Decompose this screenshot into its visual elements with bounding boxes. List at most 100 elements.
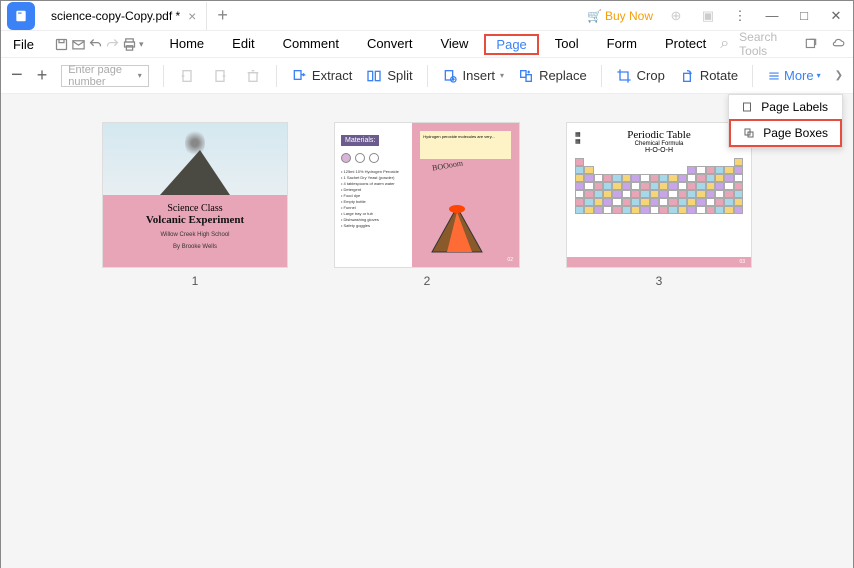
kebab-menu-icon[interactable]: ⋮ bbox=[731, 8, 749, 24]
doc-right-icon[interactable] bbox=[210, 65, 229, 87]
file-menu[interactable]: File bbox=[5, 37, 42, 52]
periodic-formula: H-O-O-H bbox=[575, 147, 743, 154]
periodic-title: Periodic Table bbox=[575, 129, 743, 141]
thumbnail-grid: ■■■ Science Class Volcanic Experiment Wi… bbox=[1, 94, 853, 568]
page-boxes-option[interactable]: Page Boxes bbox=[729, 119, 842, 147]
crop-label: Crop bbox=[637, 68, 665, 83]
chevron-down-icon: ▾ bbox=[138, 71, 142, 80]
share-icon[interactable] bbox=[802, 33, 819, 55]
replace-label: Replace bbox=[539, 68, 587, 83]
menu-protect[interactable]: Protect bbox=[653, 34, 718, 55]
redo-icon[interactable] bbox=[105, 33, 120, 55]
more-icon bbox=[767, 69, 781, 83]
insert-button[interactable]: Insert ▾ bbox=[442, 68, 505, 84]
more-dropdown: Page Labels Page Boxes bbox=[728, 94, 843, 148]
split-button[interactable]: Split bbox=[366, 68, 412, 84]
menu-page[interactable]: Page bbox=[484, 34, 538, 55]
document-tab[interactable]: science-copy-Copy.pdf * × bbox=[41, 2, 207, 30]
materials-heading: Materials: bbox=[341, 135, 379, 146]
replace-button[interactable]: Replace bbox=[518, 68, 587, 84]
rotate-label: Rotate bbox=[700, 68, 738, 83]
print-dropdown-icon[interactable]: ▾ bbox=[139, 39, 144, 50]
scroll-right-icon[interactable]: ❯ bbox=[835, 70, 843, 81]
replace-icon bbox=[518, 68, 534, 84]
page-labels-icon bbox=[741, 101, 753, 113]
page-boxes-icon bbox=[743, 127, 755, 139]
more-button[interactable]: More ▾ bbox=[767, 68, 821, 83]
close-tab-icon[interactable]: × bbox=[188, 8, 196, 24]
undo-icon[interactable] bbox=[88, 33, 103, 55]
menu-form[interactable]: Form bbox=[595, 34, 649, 55]
crop-icon bbox=[616, 68, 632, 84]
maximize-button[interactable]: □ bbox=[795, 8, 813, 23]
sticky-note: Hydrogen peroxide molecules are very... bbox=[420, 131, 511, 159]
rotate-icon bbox=[679, 68, 695, 84]
search-icon: ⌕ bbox=[720, 35, 729, 53]
titlebar: science-copy-Copy.pdf * × + 🛒 Buy Now ⊕ … bbox=[1, 1, 853, 31]
slide-subtitle-2: By Brooke Wells bbox=[103, 244, 287, 250]
help-icon[interactable]: ▣ bbox=[699, 8, 717, 24]
extract-icon bbox=[291, 68, 307, 84]
separator bbox=[601, 65, 602, 87]
buy-now-button[interactable]: 🛒 Buy Now bbox=[587, 9, 653, 23]
boom-text: BOOoom bbox=[432, 158, 464, 172]
doc-left-icon[interactable] bbox=[178, 65, 197, 87]
chevron-down-icon: ▾ bbox=[500, 71, 504, 80]
mail-icon[interactable] bbox=[71, 33, 86, 55]
slide-title-2: Volcanic Experiment bbox=[103, 214, 287, 226]
save-icon[interactable] bbox=[54, 33, 69, 55]
buy-now-label: Buy Now bbox=[605, 9, 653, 23]
crop-button[interactable]: Crop bbox=[616, 68, 665, 84]
cart-icon: 🛒 bbox=[587, 9, 602, 23]
app-logo bbox=[7, 2, 35, 30]
menu-items: HomeEditCommentConvertViewPageToolFormPr… bbox=[157, 34, 718, 55]
page-thumbnail-3[interactable]: ■■■ ▦▦ Periodic Table Chemical Formula H… bbox=[566, 122, 752, 288]
legend-icon: ▦▦ bbox=[575, 131, 581, 145]
zoom-in-button[interactable]: + bbox=[37, 65, 48, 86]
page-number: 2 bbox=[424, 274, 431, 288]
menubar: File ▾ HomeEditCommentConvertViewPageToo… bbox=[1, 31, 853, 58]
menu-comment[interactable]: Comment bbox=[271, 34, 351, 55]
slide-subtitle-1: Willow Creek High School bbox=[103, 232, 287, 238]
more-label: More bbox=[784, 68, 814, 83]
split-label: Split bbox=[387, 68, 412, 83]
page-number-placeholder: Enter page number bbox=[68, 64, 138, 88]
extract-label: Extract bbox=[312, 68, 352, 83]
rotate-button[interactable]: Rotate bbox=[679, 68, 738, 84]
network-icon[interactable]: ⊕ bbox=[667, 8, 685, 24]
page-labels-label: Page Labels bbox=[761, 100, 828, 114]
page-thumbnail-1[interactable]: ■■■ Science Class Volcanic Experiment Wi… bbox=[102, 122, 288, 288]
zoom-out-button[interactable]: − bbox=[11, 64, 23, 87]
search-tools-input[interactable]: Search Tools bbox=[739, 30, 792, 58]
menu-home[interactable]: Home bbox=[157, 34, 216, 55]
cloud-icon[interactable] bbox=[829, 33, 846, 55]
print-icon[interactable] bbox=[122, 33, 137, 55]
menu-view[interactable]: View bbox=[428, 34, 480, 55]
page-number: 1 bbox=[192, 274, 199, 288]
volcano-drawing bbox=[422, 197, 492, 257]
split-icon bbox=[366, 68, 382, 84]
menu-edit[interactable]: Edit bbox=[220, 34, 266, 55]
separator bbox=[427, 65, 428, 87]
close-window-button[interactable]: ✕ bbox=[827, 8, 845, 24]
chevron-down-icon: ▾ bbox=[817, 71, 821, 80]
separator bbox=[276, 65, 277, 87]
slide-title-1: Science Class bbox=[103, 203, 287, 214]
extract-button[interactable]: Extract bbox=[291, 68, 352, 84]
page-toolbar: − + Enter page number ▾ Extract Split In… bbox=[1, 58, 853, 94]
page-number: 3 bbox=[656, 274, 663, 288]
page-marker: 03 bbox=[739, 259, 745, 265]
delete-page-icon[interactable] bbox=[243, 65, 262, 87]
periodic-grid bbox=[575, 158, 743, 214]
separator bbox=[752, 65, 753, 87]
page-number-input[interactable]: Enter page number ▾ bbox=[61, 65, 149, 87]
page-labels-option[interactable]: Page Labels bbox=[729, 95, 842, 119]
add-tab-button[interactable]: + bbox=[207, 5, 238, 26]
tab-title: science-copy-Copy.pdf * bbox=[51, 9, 180, 23]
separator bbox=[163, 65, 164, 87]
insert-label: Insert bbox=[463, 68, 496, 83]
menu-tool[interactable]: Tool bbox=[543, 34, 591, 55]
page-thumbnail-2[interactable]: ■■■ Materials: • 125ml 10% Hydrogen Pero… bbox=[334, 122, 520, 288]
menu-convert[interactable]: Convert bbox=[355, 34, 425, 55]
minimize-button[interactable]: — bbox=[763, 8, 781, 23]
